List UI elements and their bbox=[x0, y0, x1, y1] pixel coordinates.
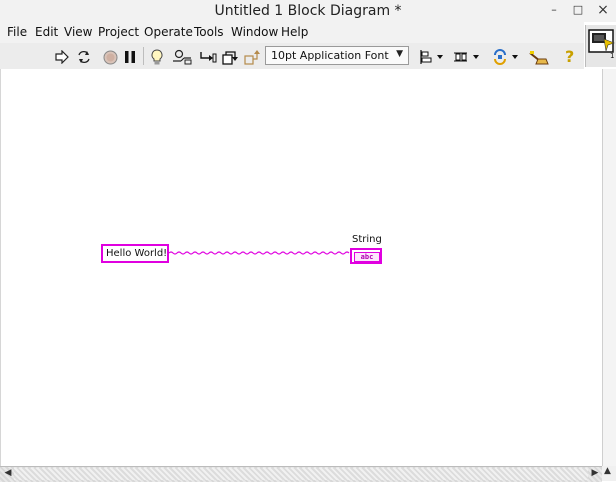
scroll-left-icon[interactable]: ◀ bbox=[2, 467, 14, 480]
menu-bar: File Edit View Project Operate Tools Win… bbox=[0, 22, 584, 43]
font-selector[interactable]: 10pt Application Font ▼ bbox=[265, 46, 409, 65]
step-over-icon[interactable] bbox=[221, 47, 239, 67]
block-diagram-canvas[interactable] bbox=[0, 69, 604, 466]
string-constant[interactable]: Hello World! bbox=[101, 244, 169, 263]
minimize-button[interactable]: – bbox=[545, 2, 563, 18]
window-title: Untitled 1 Block Diagram * bbox=[214, 3, 402, 19]
vertical-scrollbar[interactable] bbox=[602, 69, 616, 466]
scroll-right-icon[interactable]: ▶ bbox=[589, 467, 601, 480]
highlight-execution-icon[interactable] bbox=[148, 47, 166, 67]
align-objects-icon[interactable] bbox=[418, 47, 446, 67]
menu-operate[interactable]: Operate bbox=[144, 25, 193, 39]
string-constant-text: Hello World! bbox=[106, 248, 168, 259]
horizontal-scrollbar[interactable] bbox=[0, 466, 602, 482]
reorder-icon[interactable] bbox=[491, 47, 521, 67]
scroll-down-icon[interactable]: ▲ bbox=[604, 466, 611, 476]
vi-icon[interactable]: 1 bbox=[585, 25, 616, 67]
menu-window[interactable]: Window bbox=[231, 25, 278, 39]
indicator-label[interactable]: String bbox=[352, 234, 382, 245]
menu-help[interactable]: Help bbox=[281, 25, 308, 39]
string-indicator-terminal[interactable]: abc bbox=[350, 248, 382, 264]
menu-edit[interactable]: Edit bbox=[35, 25, 58, 39]
run-continuously-icon[interactable] bbox=[75, 47, 93, 67]
menu-tools[interactable]: Tools bbox=[194, 25, 224, 39]
step-into-icon[interactable] bbox=[198, 47, 218, 67]
scrollbar-thumb[interactable] bbox=[14, 468, 588, 480]
help-icon[interactable]: ? bbox=[560, 46, 580, 66]
menu-project[interactable]: Project bbox=[98, 25, 139, 39]
svg-text:?: ? bbox=[565, 47, 574, 65]
abort-icon[interactable] bbox=[101, 47, 119, 67]
svg-text:1: 1 bbox=[610, 52, 614, 60]
pause-icon[interactable] bbox=[122, 47, 138, 67]
menu-view[interactable]: View bbox=[64, 25, 92, 39]
toolbar-separator bbox=[143, 47, 144, 65]
distribute-objects-icon[interactable] bbox=[452, 47, 482, 67]
scroll-corner: ▲ bbox=[602, 466, 616, 481]
chevron-down-icon: ▼ bbox=[396, 49, 403, 59]
run-arrow-icon[interactable] bbox=[54, 47, 70, 67]
font-selector-value: 10pt Application Font bbox=[271, 49, 389, 62]
string-wire[interactable] bbox=[169, 250, 351, 256]
close-button[interactable]: × bbox=[594, 2, 612, 18]
menu-file[interactable]: File bbox=[7, 25, 27, 39]
retain-wire-values-icon[interactable] bbox=[172, 47, 192, 67]
indicator-type-badge: abc bbox=[354, 252, 380, 262]
cleanup-diagram-icon[interactable] bbox=[527, 47, 551, 67]
step-out-icon[interactable] bbox=[243, 47, 261, 67]
title-bar: Untitled 1 Block Diagram * – □ × bbox=[0, 0, 616, 22]
maximize-button[interactable]: □ bbox=[569, 2, 587, 18]
